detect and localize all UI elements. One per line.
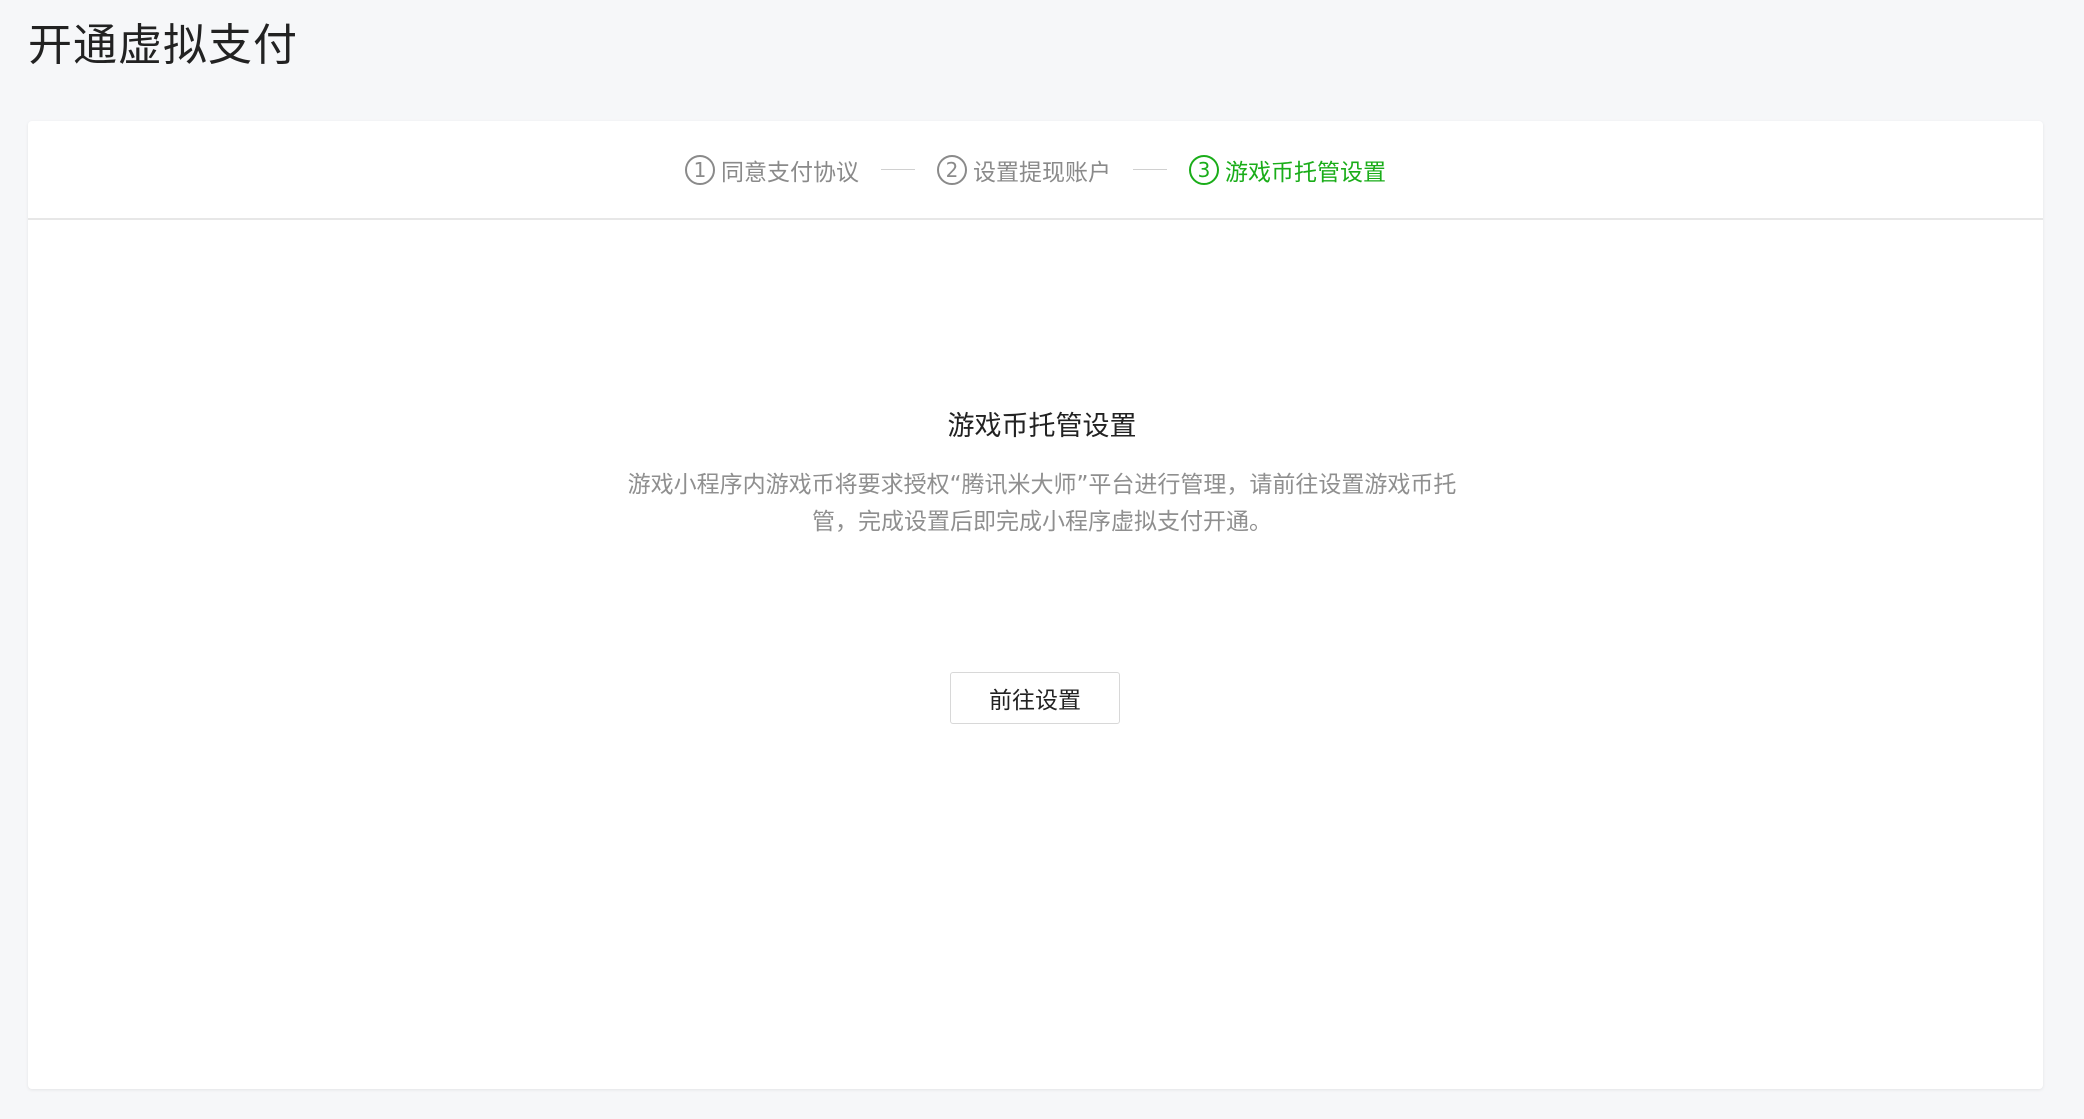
step-3-label: 游戏币托管设置 [1225, 159, 1386, 186]
step-2: 2 设置提现账户 [937, 153, 1111, 187]
content-card: 1 同意支付协议 2 设置提现账户 3 游戏币托管设置 [28, 121, 2043, 1089]
step-2-number: 2 [937, 154, 967, 185]
step-1-label: 同意支付协议 [721, 159, 859, 186]
go-to-settings-button[interactable]: 前往设置 [950, 672, 1120, 724]
page: 开通虚拟支付 1 同意支付协议 2 设置提现账户 3 游戏币托管设置 游戏币托管… [0, 0, 2084, 1119]
step-connector [1133, 169, 1167, 170]
step-connector [881, 169, 915, 170]
step-indicator: 1 同意支付协议 2 设置提现账户 3 游戏币托管设置 [28, 121, 2043, 220]
step-1: 1 同意支付协议 [685, 153, 859, 187]
page-title: 开通虚拟支付 [28, 20, 298, 71]
section-description: 游戏小程序内游戏币将要求授权“腾讯米大师”平台进行管理，请前往设置游戏币托管，完… [627, 472, 1457, 535]
section-heading: 游戏币托管设置 [947, 411, 1137, 442]
step-2-label: 设置提现账户 [973, 159, 1111, 186]
step-3-number: 3 [1189, 154, 1219, 185]
step-3: 3 游戏币托管设置 [1189, 153, 1386, 187]
step-1-number: 1 [685, 154, 715, 185]
